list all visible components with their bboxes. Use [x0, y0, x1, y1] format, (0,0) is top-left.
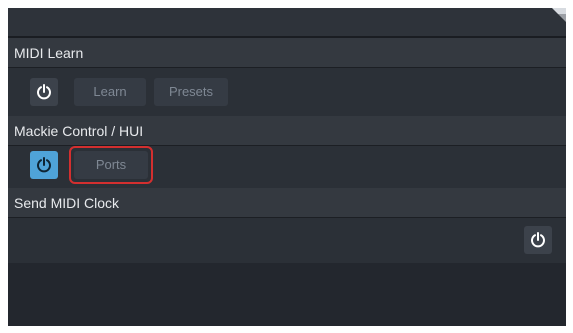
- collapse-corner-icon[interactable]: [546, 8, 566, 28]
- presets-button[interactable]: Presets: [154, 78, 228, 106]
- section-header-send-midi-clock: Send MIDI Clock: [8, 188, 566, 218]
- section-header-mackie-control: Mackie Control / HUI: [8, 116, 566, 146]
- section-header-midi-learn: MIDI Learn: [8, 38, 566, 68]
- power-icon: [531, 232, 545, 248]
- panel-top-bar: [8, 8, 566, 38]
- section-body-send-midi-clock: [8, 218, 566, 263]
- section-body-midi-learn: Learn Presets: [8, 68, 566, 116]
- midi-settings-panel: MIDI Learn Learn Presets Mackie Control …: [8, 8, 566, 326]
- section-title-midi-learn: MIDI Learn: [14, 45, 84, 61]
- power-icon: [37, 157, 51, 173]
- ports-highlight-ring: [69, 146, 153, 184]
- learn-button[interactable]: Learn: [74, 78, 146, 106]
- frame: MIDI Learn Learn Presets Mackie Control …: [0, 0, 573, 333]
- send-midi-clock-power-button[interactable]: [524, 226, 552, 254]
- mackie-control-power-button[interactable]: [30, 151, 58, 179]
- empty-bottom-area: [8, 263, 566, 326]
- section-title-send-midi-clock: Send MIDI Clock: [14, 195, 120, 211]
- midi-learn-power-button[interactable]: [30, 78, 58, 106]
- section-body-mackie-control: Ports: [8, 146, 566, 188]
- power-icon: [37, 84, 51, 100]
- section-title-mackie-control: Mackie Control / HUI: [14, 123, 144, 139]
